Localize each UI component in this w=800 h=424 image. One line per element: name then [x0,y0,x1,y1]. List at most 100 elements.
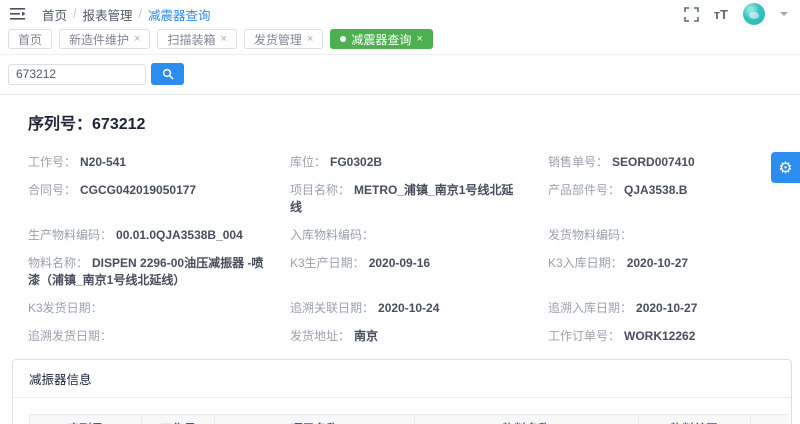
field-warehouse-loc: 库位： FG0302B [290,154,548,171]
tab-label: 减震器查询 [351,31,411,48]
field-trace-link-date: 追溯关联日期： 2020-10-24 [290,300,548,317]
field-work-no: 工作号： N20-541 [28,154,290,171]
field-k3-prod-date: K3生产日期： 2020-09-16 [290,255,548,289]
close-icon[interactable]: × [307,34,313,45]
detail-fields: 工作号：N20-541 库位：FG0302B 销售单号：SEORD007410 … [0,134,800,357]
field-label: K3发货日期： [28,301,103,315]
field-trace-ship-date: 追溯发货日期： [28,328,290,345]
user-avatar[interactable] [743,3,765,25]
table-header-row: 序列号 工作号 项目名称 物料名称 物料编码 销售单号 [30,415,790,424]
user-menu-caret-icon[interactable] [780,12,788,20]
close-icon[interactable]: × [220,34,226,45]
col-serial-no: 序列号 [30,415,142,424]
field-label: 物料名称： [28,256,88,270]
field-value: 2020-10-24 [378,301,439,315]
field-value: N20-541 [80,155,126,169]
field-label: 库位： [290,155,326,169]
close-icon[interactable]: × [416,34,422,45]
field-label: 工作订单号： [548,329,620,343]
field-product-part-no: 产品部件号： QJA3538.B [548,182,790,216]
field-value: 2020-10-27 [636,301,697,315]
field-trace-inbound-date: 追溯入库日期： 2020-10-27 [548,300,790,317]
settings-gear-button[interactable]: ⚙ [771,152,800,183]
field-inbound-material-code: 入库物料编码： [290,227,548,244]
col-project-name: 项目名称 [215,415,415,424]
damper-table: 序列号 工作号 项目名称 物料名称 物料编码 销售单号 673212 [29,414,789,424]
breadcrumb: 首页 / 报表管理 / 减震器查询 [42,5,211,24]
field-label: 追溯关联日期： [290,301,374,315]
field-prod-material-code: 生产物料编码： 00.01.0QJA3538B_004 [28,227,290,244]
field-label: 追溯发货日期： [28,329,112,343]
field-ship-address: 发货地址： 南京 [290,328,548,345]
field-value: CGCG042019050177 [80,183,196,197]
field-value: WORK12262 [624,329,695,343]
field-label: 销售单号： [548,155,608,169]
field-ship-material-code: 发货物料编码： [548,227,790,244]
field-label: 合同号： [28,183,76,197]
field-label: 工作号： [28,155,76,169]
tab-label: 发货管理 [254,31,302,48]
close-icon[interactable]: × [134,34,140,45]
search-icon [162,68,174,80]
top-navbar: 首页 / 报表管理 / 减震器查询 тT [0,0,800,28]
col-material-code: 物料编码 [639,415,751,424]
fullscreen-icon[interactable] [684,7,699,22]
field-label: 产品部件号： [548,183,620,197]
search-button[interactable] [151,63,184,85]
field-value: SEORD007410 [612,155,695,169]
card-body: 序列号 工作号 项目名称 物料名称 物料编码 销售单号 673212 [13,398,791,424]
tab-shipping-mgmt[interactable]: 发货管理 × [244,29,323,49]
app-window: 首页 / 报表管理 / 减震器查询 тT 首页 新造件维护 × 扫描装箱 [0,0,800,424]
serial-label: 序列号： [28,116,92,133]
field-value: 南京 [354,329,378,343]
field-value: 2020-10-27 [627,256,688,270]
field-label: K3入库日期： [548,256,623,270]
field-label: K3生产日期： [290,256,365,270]
field-value: FG0302B [330,155,382,169]
breadcrumb-separator: / [73,7,76,21]
field-sales-order: 销售单号： SEORD007410 [548,154,790,171]
damper-info-card: 减振器信息 序列号 工作号 项目名称 物料名称 [12,359,792,424]
open-tabs-bar: 首页 新造件维护 × 扫描装箱 × 发货管理 × 减震器查询 × [0,28,800,55]
navbar-tools: тT [684,3,788,25]
damper-table-viewport: 序列号 工作号 项目名称 物料名称 物料编码 销售单号 673212 [29,414,789,424]
active-dot-icon [340,36,346,42]
tab-home[interactable]: 首页 [8,29,52,49]
field-label: 追溯入库日期： [548,301,632,315]
field-project-name: 项目名称：METRO_浦镇_南京1号线北延线 [290,182,548,216]
tab-new-part-maintenance[interactable]: 新造件维护 × [59,29,150,49]
field-k3-ship-date: K3发货日期： [28,300,290,317]
col-sales-order: 销售单号 [751,415,790,424]
serial-search-input[interactable] [8,64,146,85]
tab-damper-query-active[interactable]: 减震器查询 × [330,29,432,49]
breadcrumb-report-mgmt[interactable]: 报表管理 [83,5,133,24]
breadcrumb-home[interactable]: 首页 [42,5,67,24]
tab-label: 首页 [18,31,42,48]
menu-fold-icon[interactable] [10,7,26,21]
serial-value: 673212 [92,116,145,133]
search-row [0,55,800,94]
page-title: 序列号：673212 [0,95,800,134]
field-value: QJA3538.B [624,183,687,197]
tab-label: 新造件维护 [69,31,129,48]
field-value: 2020-09-16 [369,256,430,270]
field-work-order-no: 工作订单号： WORK12262 [548,328,790,345]
breadcrumb-separator: / [139,7,142,21]
font-size-icon[interactable]: тT [714,7,728,22]
main-content: 序列号：673212 工作号： N20-541 库位： FG0302B 销售单号： S… [0,55,800,424]
field-label: 项目名称： [290,183,350,197]
field-contract-no: 合同号： CGCG042019050177 [28,182,290,216]
breadcrumb-current: 减震器查询 [148,5,211,24]
field-label: 入库物料编码： [290,228,374,242]
field-material-name: 物料名称：DISPEN 2296-00油压减振器 -喷漆（浦镇_南京1号线北延线… [28,255,290,289]
gear-icon: ⚙ [778,158,792,177]
field-label: 发货物料编码： [548,228,632,242]
field-label: 发货地址： [290,329,350,343]
field-value: 00.01.0QJA3538B_004 [116,228,243,242]
col-material-name: 物料名称 [415,415,639,424]
card-title: 减振器信息 [13,360,791,398]
field-k3-inbound-date: K3入库日期： 2020-10-27 [548,255,790,289]
tab-label: 扫描装箱 [167,31,215,48]
field-label: 生产物料编码： [28,228,112,242]
tab-scan-packing[interactable]: 扫描装箱 × [157,29,236,49]
